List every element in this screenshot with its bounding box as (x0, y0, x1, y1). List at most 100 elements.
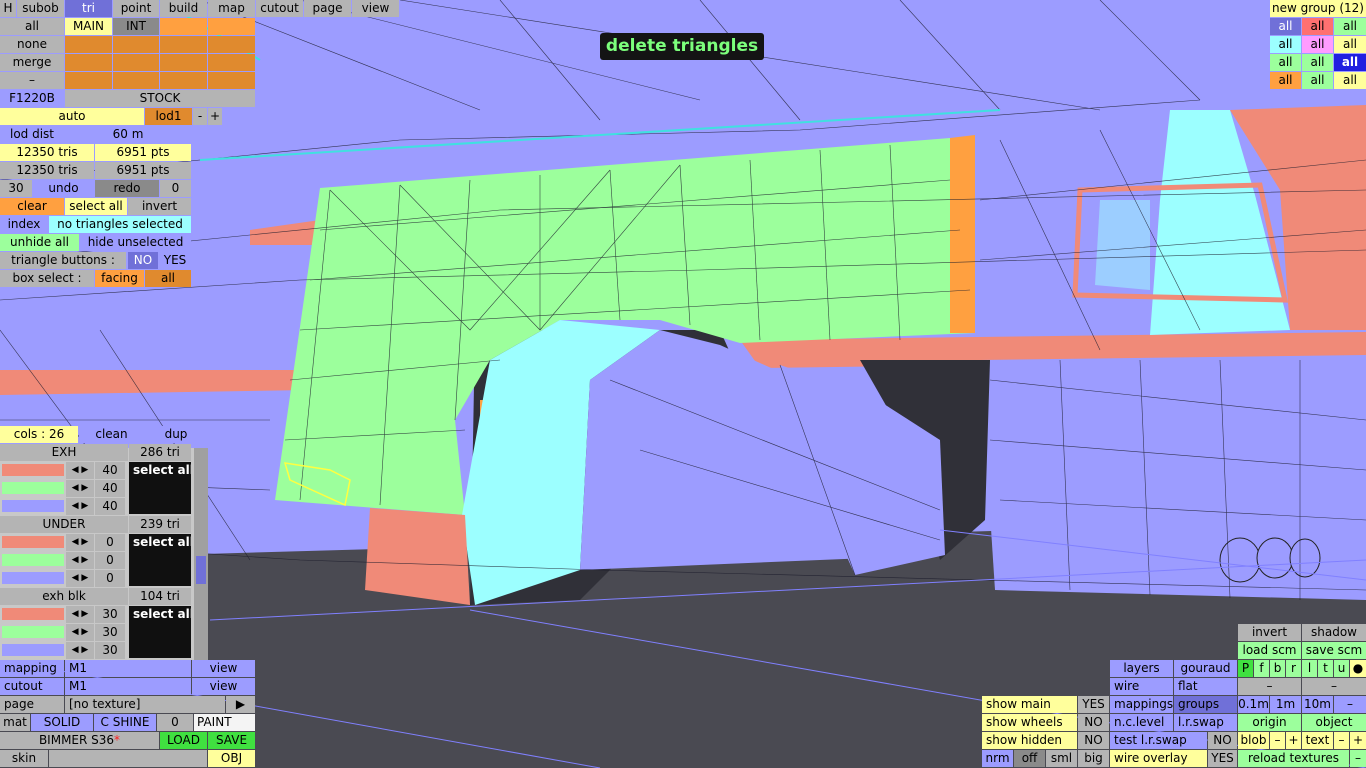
undo-button[interactable]: undo (33, 180, 94, 197)
lod-minus-button[interactable]: - (193, 108, 207, 125)
slot[interactable] (208, 72, 255, 89)
group-name[interactable]: UNDER (0, 516, 128, 533)
slot[interactable] (160, 54, 207, 71)
select-all-button[interactable]: select all (65, 198, 127, 215)
merge-button[interactable]: merge (0, 54, 64, 71)
text-button[interactable]: text (1302, 732, 1333, 749)
load-scm-button[interactable]: load scm (1238, 642, 1301, 659)
tab-h[interactable]: H (0, 0, 16, 17)
arrow-buttons[interactable]: ◀ ▶ (66, 570, 94, 587)
flag-l[interactable]: l (1302, 660, 1317, 677)
group-all-cell[interactable]: all (1270, 18, 1301, 35)
dash-button[interactable]: – (0, 72, 64, 89)
arrow-buttons[interactable]: ◀ ▶ (66, 624, 94, 641)
color-swatch-red[interactable] (2, 608, 64, 620)
group-select-all-button[interactable]: select all (129, 462, 191, 514)
group-all-cell[interactable]: all (1334, 18, 1366, 35)
slot[interactable] (65, 72, 112, 89)
clean-button[interactable]: clean (79, 426, 144, 443)
arrow-buttons[interactable]: ◀ ▶ (66, 498, 94, 515)
tab-build[interactable]: build (160, 0, 207, 17)
save-button[interactable]: SAVE (208, 732, 255, 749)
flag-p[interactable]: P (1238, 660, 1253, 677)
flag-u[interactable]: u (1334, 660, 1349, 677)
group-select-all-button[interactable]: select all (129, 606, 191, 658)
clear-button[interactable]: clear (0, 198, 64, 215)
cutout-view-button[interactable]: view (192, 678, 255, 695)
flag-r[interactable]: r (1286, 660, 1301, 677)
mapping-select[interactable]: M1 (65, 660, 191, 677)
show-main-toggle[interactable]: show main (982, 696, 1077, 713)
load-button[interactable]: LOAD (160, 732, 207, 749)
reload-textures-button[interactable]: reload textures (1238, 750, 1349, 767)
group-all-cell[interactable]: all (1302, 72, 1333, 89)
nrm-button[interactable]: nrm (982, 750, 1013, 767)
dash-button[interactable]: – (1238, 678, 1301, 695)
flag-f[interactable]: f (1254, 660, 1269, 677)
group-all-cell[interactable]: all (1270, 54, 1301, 71)
page-next-arrow-icon[interactable]: ▶ (226, 696, 255, 713)
wire-overlay-value[interactable]: YES (1208, 750, 1237, 767)
invert-view-button[interactable]: invert (1238, 624, 1301, 641)
group-select-all-button[interactable]: select all (129, 534, 191, 586)
blob-minus[interactable]: – (1270, 732, 1285, 749)
mapping-view-button[interactable]: view (192, 660, 255, 677)
flag-b[interactable]: b (1270, 660, 1285, 677)
solid-button[interactable]: SOLID (31, 714, 93, 731)
triangle-buttons-yes[interactable]: YES (159, 252, 191, 269)
paint-button[interactable]: PAINT (194, 714, 255, 731)
step-dash[interactable]: – (1334, 696, 1366, 713)
tab-subob[interactable]: subob (17, 0, 64, 17)
wire-button[interactable]: wire (1110, 678, 1173, 695)
skin-select[interactable] (49, 750, 207, 767)
slot[interactable] (208, 36, 255, 53)
tab-page[interactable]: page (304, 0, 351, 17)
arrow-buttons[interactable]: ◀ ▶ (66, 480, 94, 497)
page-texture-select[interactable]: [no texture] (65, 696, 225, 713)
color-swatch-red[interactable] (2, 536, 64, 548)
step-10m[interactable]: 10m (1302, 696, 1333, 713)
color-swatch-red[interactable] (2, 464, 64, 476)
slot[interactable] (208, 18, 255, 35)
box-select-all[interactable]: all (145, 270, 191, 287)
flag-t[interactable]: t (1318, 660, 1333, 677)
arrow-buttons[interactable]: ◀ ▶ (66, 642, 94, 659)
group-all-cell[interactable]: all (1334, 54, 1366, 71)
step-0-1m[interactable]: 0.1m (1238, 696, 1269, 713)
sml-button[interactable]: sml (1046, 750, 1077, 767)
color-swatch-green[interactable] (2, 626, 64, 638)
arrow-buttons[interactable]: ◀ ▶ (66, 534, 94, 551)
group-all-cell[interactable]: all (1270, 72, 1301, 89)
group-all-cell[interactable]: all (1302, 18, 1333, 35)
mappings-button[interactable]: mappings (1110, 696, 1173, 713)
unhide-all-button[interactable]: unhide all (0, 234, 79, 251)
slot[interactable] (113, 72, 159, 89)
groups-scrollbar[interactable] (194, 448, 208, 660)
model-name[interactable]: F1220B (0, 90, 64, 107)
slot[interactable] (65, 36, 112, 53)
slot[interactable] (113, 36, 159, 53)
lr-swap-button[interactable]: l.r.swap (1174, 714, 1237, 731)
dup-button[interactable]: dup (145, 426, 207, 443)
dash-button[interactable]: – (1302, 678, 1366, 695)
origin-button[interactable]: origin (1238, 714, 1301, 731)
lod-dist-value[interactable]: 60 m (65, 126, 191, 143)
save-scm-button[interactable]: save scm (1302, 642, 1366, 659)
none-button[interactable]: none (0, 36, 64, 53)
step-1m[interactable]: 1m (1270, 696, 1301, 713)
show-main-value[interactable]: YES (1078, 696, 1109, 713)
test-lr-swap-button[interactable]: test l.r.swap (1110, 732, 1207, 749)
lod-button[interactable]: lod1 (145, 108, 192, 125)
arrow-buttons[interactable]: ◀ ▶ (66, 552, 94, 569)
slot[interactable] (160, 18, 207, 35)
arrow-buttons[interactable]: ◀ ▶ (66, 606, 94, 623)
tab-map[interactable]: map (208, 0, 255, 17)
invert-button[interactable]: invert (128, 198, 191, 215)
color-swatch-green[interactable] (2, 482, 64, 494)
tab-point[interactable]: point (113, 0, 159, 17)
obj-button[interactable]: OBJ (208, 750, 255, 767)
flat-button[interactable]: flat (1174, 678, 1237, 695)
int-button[interactable]: INT (113, 18, 159, 35)
group-all-cell[interactable]: all (1270, 36, 1301, 53)
object-button[interactable]: object (1302, 714, 1366, 731)
